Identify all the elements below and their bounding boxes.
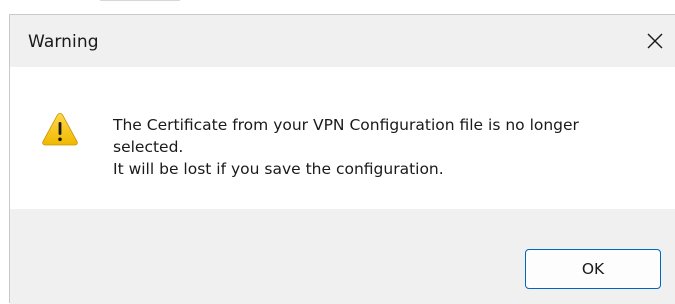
title-bar[interactable]: Warning bbox=[10, 15, 675, 67]
message-line-2: selected. bbox=[113, 138, 184, 156]
background-window-edge bbox=[100, 0, 180, 7]
dialog-footer: OK bbox=[10, 209, 675, 304]
warning-message: The Certificate from your VPN Configurat… bbox=[113, 114, 633, 180]
warning-icon bbox=[42, 113, 78, 146]
close-icon bbox=[647, 33, 663, 49]
warning-dialog: Warning The Certificate from your VPN Co… bbox=[9, 14, 675, 304]
message-line-3: It will be lost if you save the configur… bbox=[113, 160, 444, 178]
dialog-title: Warning bbox=[28, 32, 99, 52]
close-button[interactable] bbox=[635, 21, 675, 61]
dialog-content: The Certificate from your VPN Configurat… bbox=[10, 67, 675, 209]
message-line-1: The Certificate from your VPN Configurat… bbox=[113, 116, 579, 134]
ok-button[interactable]: OK bbox=[525, 249, 661, 289]
